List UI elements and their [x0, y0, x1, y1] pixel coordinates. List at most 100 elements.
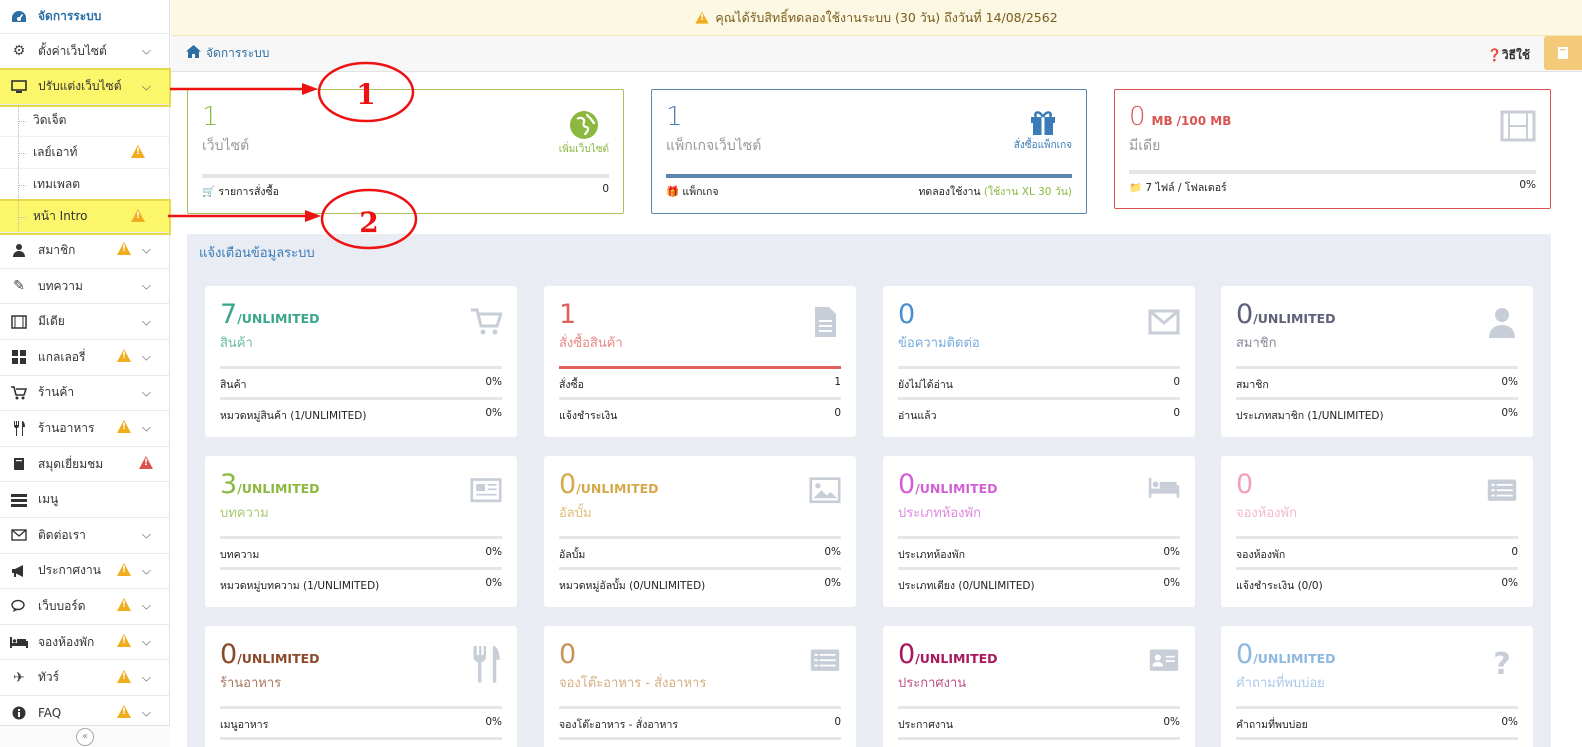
add-website-link[interactable]: เพิ่มเว็บไซต์	[559, 110, 609, 157]
card-progress-bar	[559, 706, 841, 709]
question-icon: ?	[1486, 646, 1518, 682]
card-progress-bar	[220, 567, 502, 570]
stat-card[interactable]: 0/UNLIMITED ร้านอาหาร เมนูอาหาร 0%	[205, 626, 517, 747]
card-number: 0	[220, 639, 238, 670]
sidebar-subitem-intro[interactable]: หน้า Intro	[0, 199, 171, 236]
manual-book-button[interactable]	[1544, 36, 1582, 70]
chevron-down-icon: ⌵	[141, 634, 151, 649]
stat-card[interactable]: 0 จองห้องพัก จองห้องพัก 0 แจ้งชำระเงิน (0/0)…	[1221, 456, 1533, 607]
help-link[interactable]: ❓วิธีใช้	[1487, 46, 1530, 65]
stat-card[interactable]: 1 สั่งซื้อสินค้า สั่งซื้อ 1 แจ้งชำระเงิน 0	[544, 286, 856, 437]
card-number: 0	[898, 469, 916, 500]
card-progress-bar	[1236, 397, 1518, 400]
sidebar-subitem-label: เทมเพลต	[33, 177, 81, 192]
sidebar-subitem-layout[interactable]: เลย์เอาท์	[0, 137, 169, 170]
sidebar-item-shop[interactable]: ร้านค้า ⌵	[0, 376, 169, 412]
sidebar-item-jobs[interactable]: ประกาศงาน ⌵	[0, 554, 169, 590]
bed-icon	[1148, 476, 1180, 508]
card-suffix: /UNLIMITED	[1253, 311, 1336, 326]
stat-card[interactable]: 3/UNLIMITED บทความ บทความ 0% หมวดหมู่บทความ …	[205, 456, 517, 607]
card-row-label: จองโต๊ะอาหาร - สั่งอาหาร	[559, 719, 679, 731]
card-row: สมาชิก 0%	[1236, 376, 1518, 393]
monitor-icon	[10, 79, 28, 95]
sidebar-item-members[interactable]: สมาชิก ⌵	[0, 233, 169, 269]
sidebar-item-booking[interactable]: จองห้องพัก ⌵	[0, 625, 169, 661]
website-progress-bar	[202, 174, 609, 178]
sidebar-item-settings[interactable]: ⚙ ตั้งค่าเว็บไซต์ ⌵	[0, 34, 169, 70]
stat-card[interactable]: 0 จองโต๊ะอาหาร - สั่งอาหาร จองโต๊ะอาหาร - …	[544, 626, 856, 747]
stat-card[interactable]: 0/UNLIMITED คำถามที่พบบ่อย? คำถามที่พบบ่อย…	[1221, 626, 1533, 747]
collapse-sidebar-icon[interactable]: «	[76, 727, 94, 746]
user-icon	[10, 242, 28, 258]
card-row: จองโต๊ะอาหาร - สั่งอาหาร 0	[559, 716, 841, 733]
card-number: 0	[559, 639, 577, 670]
card-count: 0	[898, 300, 915, 334]
sidebar-item-guestbook[interactable]: สมุดเยี่ยมชม	[0, 447, 169, 483]
system-alert-panel: แจ้งเตือนข้อมูลระบบ 7/UNLIMITED สินค้า สิน…	[187, 234, 1551, 747]
buy-package-link[interactable]: สั่งซื้อแพ็กเกจ	[1014, 108, 1072, 153]
card-row: ประเภทห้องพัก 0%	[898, 546, 1180, 563]
stat-card[interactable]: 0/UNLIMITED ประกาศงาน ประกาศงาน 0%	[883, 626, 1195, 747]
sidebar-header[interactable]: จัดการระบบ	[0, 0, 169, 34]
package-progress-bar	[666, 174, 1072, 178]
document-icon	[809, 306, 841, 338]
card-row-label: บทความ	[220, 549, 260, 561]
warning-icon	[117, 705, 131, 721]
card-row-label: หมวดหมู่บทความ (1/UNLIMITED)	[220, 580, 380, 592]
sidebar-item-customize[interactable]: ปรับแต่งเว็บไซต์ ⌵	[0, 67, 171, 108]
card-row-value: 0%	[1501, 716, 1518, 728]
cart-icon	[470, 306, 504, 338]
dashboard-icon	[10, 9, 28, 25]
menu-icon	[10, 492, 28, 508]
card-row-value: 0	[834, 716, 841, 728]
stat-card[interactable]: 0/UNLIMITED ประเภทห้องพัก ประเภทห้องพัก 0% ป…	[883, 456, 1195, 607]
card-count: 0/UNLIMITED	[559, 470, 659, 504]
sidebar-item-tours[interactable]: ✈ ทัวร์ ⌵	[0, 660, 169, 696]
card-count: 0/UNLIMITED	[220, 640, 320, 674]
warning-icon	[117, 562, 131, 579]
sidebar-item-articles[interactable]: ✎ บทความ ⌵	[0, 269, 169, 305]
card-row-value: 0%	[485, 376, 502, 388]
sidebar-item-gallery[interactable]: แกลเลอรี่ ⌵	[0, 340, 169, 376]
card-row-value: 0%	[485, 546, 502, 558]
question-circle-icon: ❓	[1486, 48, 1502, 62]
cart-icon	[10, 385, 28, 401]
chevron-down-icon: ⌵	[141, 278, 151, 293]
card-row-label: อัลบั้ม	[559, 549, 586, 561]
orders-value: 0	[602, 183, 609, 195]
plane-icon: ✈	[13, 669, 25, 686]
card-title: ประกาศงาน	[898, 676, 967, 691]
card-count: 0	[559, 640, 576, 674]
stat-card[interactable]: 0 ข้อความติดต่อ ยังไม่ได้อ่าน 0 อ่านแล้ว 0	[883, 286, 1195, 437]
card-suffix: /UNLIMITED	[915, 481, 998, 496]
card-suffix: /UNLIMITED	[237, 481, 320, 496]
card-row: หมวดหมู่บทความ (1/UNLIMITED) 0%	[220, 577, 502, 594]
sidebar-item-media[interactable]: มีเดีย ⌵	[0, 304, 169, 340]
help-label: วิธีใช้	[1501, 48, 1530, 62]
chevron-down-icon: ⌵	[141, 598, 151, 613]
stat-card[interactable]: 0/UNLIMITED อัลบั้ม อัลบั้ม 0% หมวดหมู่อัลบั…	[544, 456, 856, 607]
sidebar-item-webboard[interactable]: เว็บบอร์ด ⌵	[0, 589, 169, 625]
warning-icon	[117, 634, 131, 650]
media-caption: มีเดีย	[1129, 138, 1161, 154]
sidebar-item-menu[interactable]: เมนู	[0, 482, 169, 518]
gift-icon	[1030, 111, 1055, 135]
sidebar-item-restaurant[interactable]: ร้านอาหาร ⌵	[0, 411, 169, 447]
card-row: สั่งซื้อ 1	[559, 376, 841, 393]
card-row-value: 0%	[824, 577, 841, 589]
breadcrumb-label[interactable]: จัดการระบบ	[206, 44, 269, 63]
card-row-label: เมนูอาหาร	[220, 719, 269, 731]
stat-card[interactable]: 0/UNLIMITED สมาชิก สมาชิก 0% ประเภทสมาชิก (1…	[1221, 286, 1533, 437]
card-progress-bar	[559, 397, 841, 400]
card-row: อ่านแล้ว 0	[898, 407, 1180, 424]
stat-card[interactable]: 7/UNLIMITED สินค้า สินค้า 0% หมวดหมู่สินค้า …	[205, 286, 517, 437]
gift-icon: 🎁	[666, 186, 680, 198]
sidebar-subitem-template[interactable]: เทมเพลต	[0, 169, 169, 202]
warning-icon	[131, 144, 145, 161]
card-number: 0	[1236, 639, 1254, 670]
book-icon	[1558, 47, 1568, 59]
sidebar-item-contact[interactable]: ติดต่อเรา ⌵	[0, 518, 169, 554]
sidebar-subitem-widgets[interactable]: วิดเจ็ต	[0, 105, 169, 138]
film-icon	[1500, 110, 1536, 142]
home-icon[interactable]	[186, 45, 201, 62]
